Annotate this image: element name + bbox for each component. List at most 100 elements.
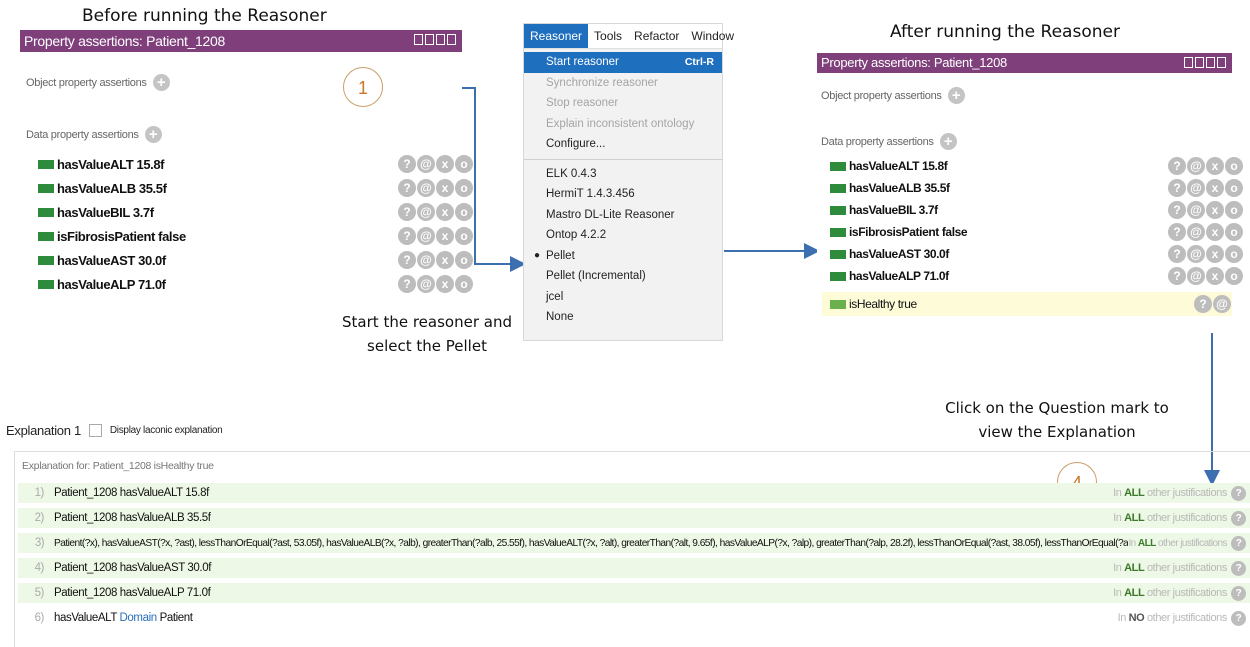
edit-button[interactable]: o bbox=[455, 203, 473, 221]
question-mark-icon[interactable]: ? bbox=[1231, 560, 1246, 576]
menu-item-configure[interactable]: Configure... bbox=[524, 134, 722, 155]
delete-button[interactable]: x bbox=[436, 227, 454, 245]
minimize-icon[interactable] bbox=[425, 34, 434, 45]
maximize-icon[interactable] bbox=[1206, 57, 1215, 68]
list-item[interactable]: hasValueALP 71.0f bbox=[38, 273, 166, 295]
annotate-button[interactable]: @ bbox=[417, 155, 435, 173]
list-item[interactable]: hasValueALT 15.8f bbox=[38, 153, 165, 175]
list-item[interactable]: hasValueALB 35.5f bbox=[830, 177, 950, 199]
delete-button[interactable]: x bbox=[436, 203, 454, 221]
table-row[interactable]: 1) Patient_1208 hasValueALT 15.8f In ALL… bbox=[18, 483, 1250, 503]
list-item[interactable]: isFibrosisPatient false bbox=[830, 221, 968, 243]
question-mark-icon[interactable]: ? bbox=[1231, 610, 1246, 626]
annotate-button[interactable]: @ bbox=[1187, 245, 1205, 263]
help-button[interactable]: ? bbox=[1168, 223, 1186, 241]
help-button[interactable]: ? bbox=[398, 203, 416, 221]
add-data-property-icon[interactable]: + bbox=[144, 126, 162, 143]
add-data-property-icon[interactable]: + bbox=[939, 133, 957, 150]
help-button[interactable]: ? bbox=[1168, 201, 1186, 219]
view-icon[interactable] bbox=[414, 34, 423, 45]
delete-button[interactable]: x bbox=[1206, 267, 1224, 285]
menu-item-mastro[interactable]: Mastro DL-Lite Reasoner bbox=[524, 205, 722, 226]
help-button[interactable]: ? bbox=[398, 179, 416, 197]
edit-button[interactable]: o bbox=[1225, 267, 1243, 285]
delete-button[interactable]: x bbox=[436, 155, 454, 173]
help-button[interactable]: ? bbox=[1168, 245, 1186, 263]
menu-item-start-reasoner[interactable]: Start reasoner Ctrl-R bbox=[524, 52, 722, 73]
delete-button[interactable]: x bbox=[1206, 201, 1224, 219]
delete-button[interactable]: x bbox=[1206, 179, 1224, 197]
list-item[interactable]: hasValueBIL 3.7f bbox=[830, 199, 938, 221]
list-item[interactable]: hasValueALT 15.8f bbox=[830, 155, 948, 177]
edit-button[interactable]: o bbox=[1225, 157, 1243, 175]
list-item[interactable]: hasValueAST 30.0f bbox=[38, 249, 166, 271]
view-icon[interactable] bbox=[1184, 57, 1193, 68]
annotate-button[interactable]: @ bbox=[1187, 201, 1205, 219]
table-row[interactable]: 3) Patient(?x), hasValueAST(?x, ?ast), l… bbox=[18, 533, 1250, 553]
menu-item-jcel[interactable]: jcel bbox=[524, 287, 722, 308]
edit-button[interactable]: o bbox=[455, 179, 473, 197]
menu-window[interactable]: Window bbox=[685, 24, 740, 48]
edit-button[interactable]: o bbox=[1225, 223, 1243, 241]
menu-item-pellet-incremental[interactable]: Pellet (Incremental) bbox=[524, 266, 722, 287]
menu-refactor[interactable]: Refactor bbox=[628, 24, 685, 48]
table-row[interactable]: 4) Patient_1208 hasValueAST 30.0f In ALL… bbox=[18, 558, 1250, 578]
menu-item-hermit[interactable]: HermiT 1.4.3.456 bbox=[524, 184, 722, 205]
annotate-button[interactable]: @ bbox=[1187, 223, 1205, 241]
question-mark-icon[interactable]: ? bbox=[1231, 485, 1246, 501]
inferred-list-item[interactable]: isHealthy true bbox=[830, 293, 917, 315]
question-mark-icon[interactable]: ? bbox=[1231, 585, 1246, 601]
maximize-icon[interactable] bbox=[436, 34, 445, 45]
laconic-checkbox[interactable] bbox=[88, 424, 102, 437]
edit-button[interactable]: o bbox=[455, 155, 473, 173]
close-icon[interactable] bbox=[1217, 57, 1226, 68]
list-item[interactable]: hasValueALB 35.5f bbox=[38, 177, 167, 199]
help-button[interactable]: ? bbox=[1168, 267, 1186, 285]
help-button[interactable]: ? bbox=[1168, 157, 1186, 175]
delete-button[interactable]: x bbox=[436, 179, 454, 197]
list-item[interactable]: hasValueALP 71.0f bbox=[830, 265, 949, 287]
annotate-button[interactable]: @ bbox=[1187, 267, 1205, 285]
before-window-controls[interactable] bbox=[414, 34, 456, 45]
add-object-property-icon[interactable]: + bbox=[947, 87, 965, 104]
delete-button[interactable]: x bbox=[1206, 157, 1224, 175]
delete-button[interactable]: x bbox=[1206, 223, 1224, 241]
menu-item-elk[interactable]: ELK 0.4.3 bbox=[524, 164, 722, 185]
table-row[interactable]: 6) hasValueALT Domain Patient In NO othe… bbox=[18, 608, 1250, 628]
table-row[interactable]: 2) Patient_1208 hasValueALB 35.5f In ALL… bbox=[18, 508, 1250, 528]
help-button[interactable]: ? bbox=[398, 155, 416, 173]
annotate-button[interactable]: @ bbox=[417, 251, 435, 269]
table-row[interactable]: 5) Patient_1208 hasValueALP 71.0f In ALL… bbox=[18, 583, 1250, 603]
edit-button[interactable]: o bbox=[1225, 201, 1243, 219]
annotate-button[interactable]: @ bbox=[1187, 179, 1205, 197]
edit-button[interactable]: o bbox=[1225, 179, 1243, 197]
annotate-button[interactable]: @ bbox=[417, 275, 435, 293]
list-item[interactable]: isFibrosisPatient false bbox=[38, 225, 186, 247]
help-button[interactable]: ? bbox=[1168, 179, 1186, 197]
question-mark-icon[interactable]: ? bbox=[1231, 510, 1246, 526]
edit-button[interactable]: o bbox=[455, 251, 473, 269]
help-button[interactable]: ? bbox=[1194, 295, 1212, 313]
edit-button[interactable]: o bbox=[455, 275, 473, 293]
annotate-button[interactable]: @ bbox=[1187, 157, 1205, 175]
annotate-button[interactable]: @ bbox=[1213, 295, 1231, 313]
annotate-button[interactable]: @ bbox=[417, 227, 435, 245]
annotate-button[interactable]: @ bbox=[417, 179, 435, 197]
question-mark-icon[interactable]: ? bbox=[1231, 535, 1246, 551]
help-button[interactable]: ? bbox=[398, 251, 416, 269]
add-object-property-icon[interactable]: + bbox=[152, 74, 170, 91]
delete-button[interactable]: x bbox=[436, 275, 454, 293]
menu-item-ontop[interactable]: Ontop 4.2.2 bbox=[524, 225, 722, 246]
menu-tools[interactable]: Tools bbox=[588, 24, 628, 48]
menu-item-pellet[interactable]: ● Pellet bbox=[524, 246, 722, 267]
delete-button[interactable]: x bbox=[1206, 245, 1224, 263]
help-button[interactable]: ? bbox=[398, 275, 416, 293]
help-button[interactable]: ? bbox=[398, 227, 416, 245]
delete-button[interactable]: x bbox=[436, 251, 454, 269]
edit-button[interactable]: o bbox=[1225, 245, 1243, 263]
list-item[interactable]: hasValueBIL 3.7f bbox=[38, 201, 154, 223]
edit-button[interactable]: o bbox=[455, 227, 473, 245]
annotate-button[interactable]: @ bbox=[417, 203, 435, 221]
after-window-controls[interactable] bbox=[1184, 57, 1226, 68]
minimize-icon[interactable] bbox=[1195, 57, 1204, 68]
